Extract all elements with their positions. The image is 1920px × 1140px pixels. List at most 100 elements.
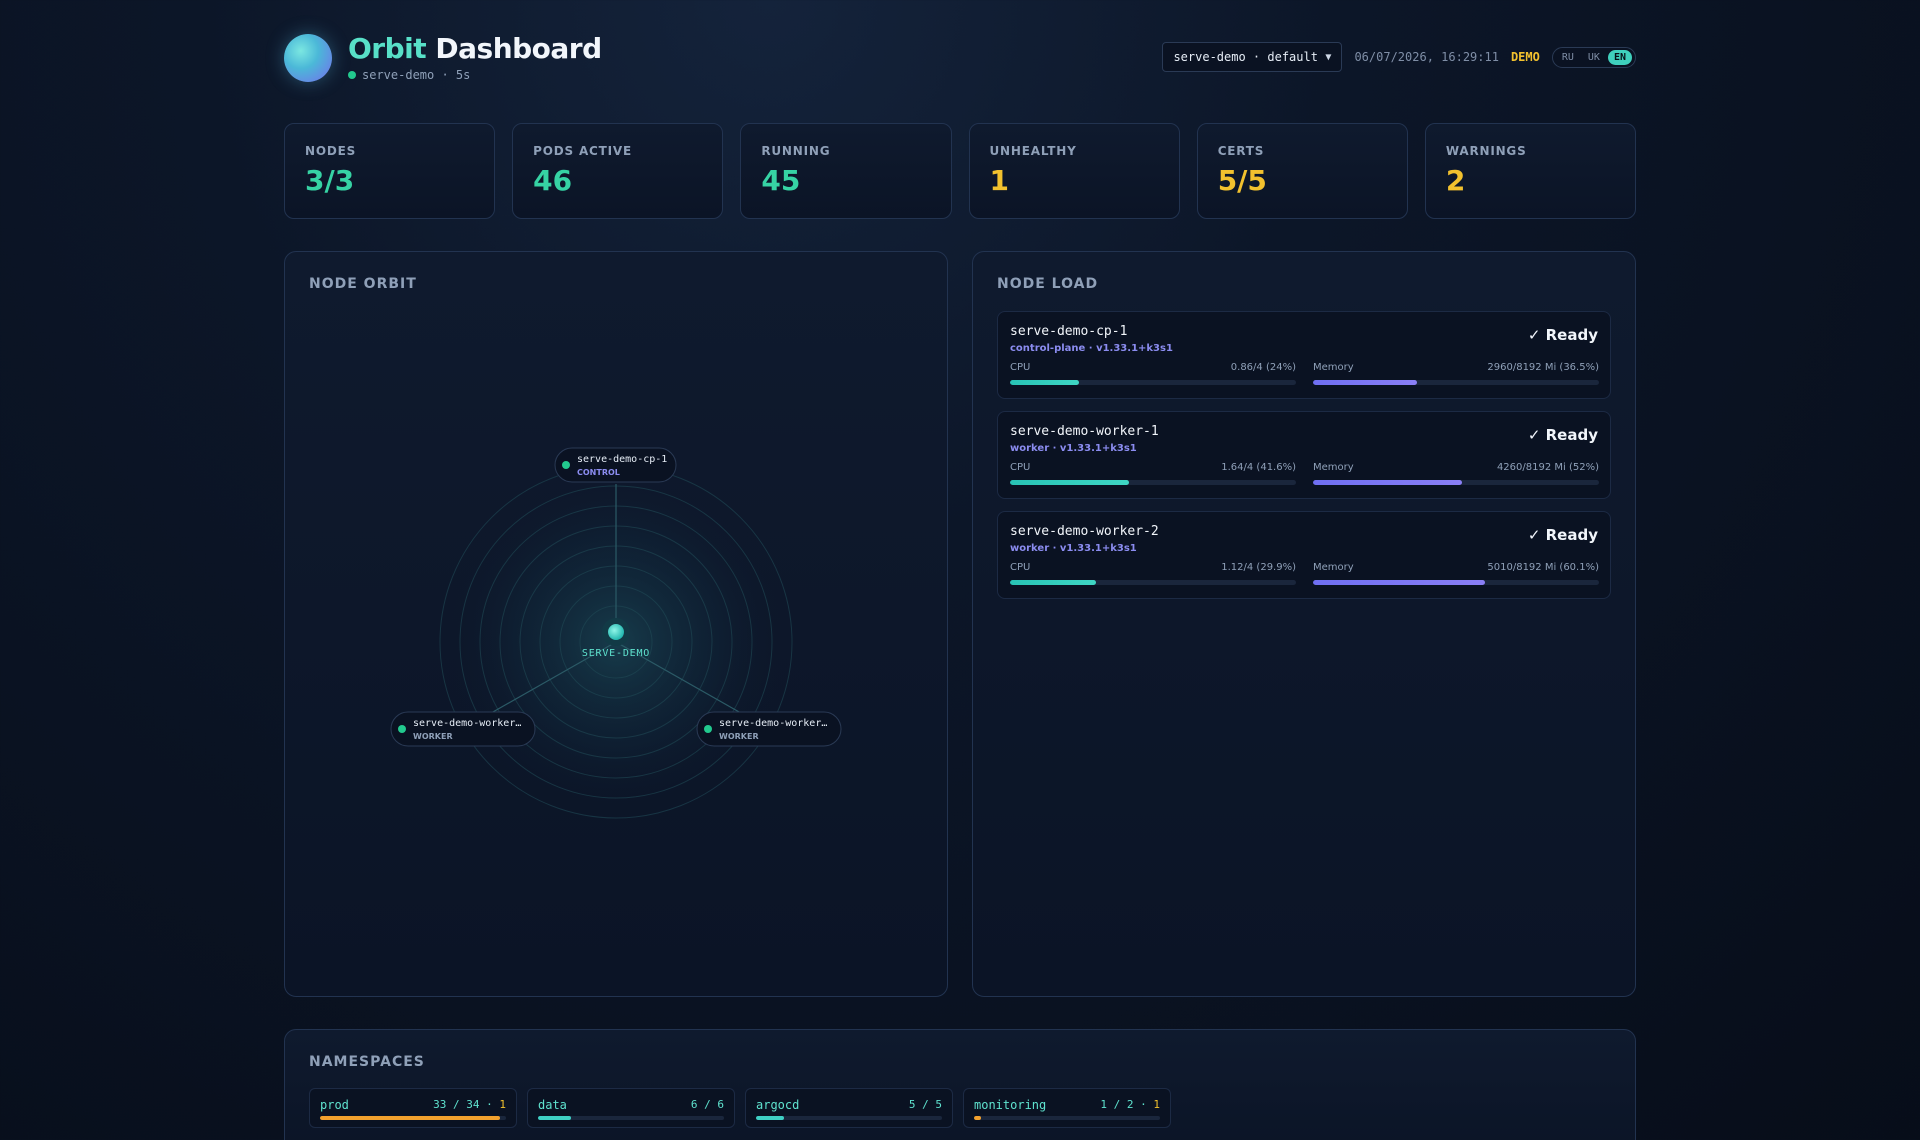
cpu-bar-fill [1010,480,1129,485]
node-name: serve-demo-cp-1 [1010,324,1128,339]
orbit-node-role: CONTROL [577,468,620,477]
status-dot-icon [398,725,406,733]
stat-value: 45 [761,164,801,197]
context-select[interactable]: serve-demo · default ▼ [1162,42,1343,72]
memory-bar [1313,380,1599,385]
namespace-bar-fill [538,1116,572,1120]
stat-value: 2 [1445,164,1466,197]
panel-title: NODE LOAD [997,276,1099,292]
namespace-bar [974,1116,1160,1120]
namespace-card-monitoring[interactable]: monitoring 1 / 2 · 1 [963,1088,1171,1128]
node-status: ✓ Ready [1527,326,1598,344]
metric-label: CPU [1010,362,1031,373]
metric-value: 1.64/4 (41.6%) [1221,462,1296,473]
namespace-list: prod 33 / 34 · 1 data 6 / 6 argocd 5 / 5… [309,1088,1171,1128]
node-card-cp-1[interactable]: serve-demo-cp-1 control-plane · v1.33.1+… [997,311,1611,399]
metric-value: 2960/8192 Mi (36.5%) [1487,362,1599,373]
stat-card-pods-active: PODS ACTIVE 46 [512,123,724,219]
namespace-bar-fill [756,1116,784,1120]
stat-value: 1 [989,164,1009,197]
cpu-bar [1010,380,1296,385]
namespace-name: prod [320,1098,349,1112]
orbit-node-role: WORKER [413,732,453,741]
namespace-counts: 1 / 2 · 1 [1100,1098,1160,1111]
lang-uk[interactable]: UK [1582,50,1606,65]
node-card-worker-1[interactable]: serve-demo-worker-1 worker · v1.33.1+k3s… [997,411,1611,499]
node-meta: control-plane · v1.33.1+k3s1 [1010,343,1173,354]
header: Orbit Dashboard serve-demo · 5s serve-de… [284,30,1636,90]
orbit-node-name: serve-demo-worker… [413,718,521,729]
namespace-bar [756,1116,942,1120]
metric-label: CPU [1010,562,1031,573]
namespace-warn-count: 1 [499,1098,506,1111]
orbit-node-worker-2[interactable]: serve-demo-worker… WORKER [696,711,842,747]
stat-card-warnings: WARNINGS 2 [1424,123,1637,219]
memory-bar-fill [1313,580,1485,585]
node-name: serve-demo-worker-2 [1010,524,1159,539]
namespace-card-argocd[interactable]: argocd 5 / 5 [745,1088,953,1128]
metric-value: 0.86/4 (24%) [1230,362,1296,373]
cpu-bar-fill [1010,380,1079,385]
node-name: serve-demo-worker-1 [1010,424,1159,439]
namespace-card-prod[interactable]: prod 33 / 34 · 1 [309,1088,517,1128]
chevron-down-icon: ▼ [1325,51,1332,63]
namespace-counts: 5 / 5 [909,1098,942,1111]
status-dot-icon [704,725,712,733]
stat-card-nodes: NODES 3/3 [284,123,496,219]
stat-label: NODES [305,144,357,158]
metric-label: Memory [1313,462,1354,473]
stat-label: UNHEALTHY [989,144,1077,158]
namespace-ready-count: 5 / 5 [908,1098,942,1111]
namespace-counts: 33 / 34 · 1 [433,1098,506,1111]
namespace-counts: 6 / 6 [691,1098,724,1111]
app-title: Orbit Dashboard [348,32,602,65]
stat-card-unhealthy: UNHEALTHY 1 [968,123,1180,219]
node-card-worker-2[interactable]: serve-demo-worker-2 worker · v1.33.1+k3s… [997,511,1611,599]
node-load-panel: NODE LOAD serve-demo-cp-1 control-plane … [972,251,1636,997]
stat-card-certs: CERTS 5/5 [1196,123,1408,219]
logo-orb-icon [284,34,332,82]
stat-label: CERTS [1217,144,1265,158]
namespace-card-data[interactable]: data 6 / 6 [527,1088,735,1128]
namespace-name: argocd [756,1098,800,1112]
cpu-bar-fill [1010,580,1096,585]
status-dot-icon [348,71,356,79]
memory-bar [1313,580,1599,585]
brand-orbit: Orbit [348,32,427,65]
node-meta: worker · v1.33.1+k3s1 [1010,543,1137,554]
node-meta: worker · v1.33.1+k3s1 [1010,443,1137,454]
cluster-refresh-text: serve-demo · 5s [362,68,471,82]
cluster-subline: serve-demo · 5s [348,68,470,82]
namespace-ready-count: 1 / 2 · [1100,1098,1147,1111]
orbit-node-worker-1[interactable]: serve-demo-worker… WORKER [390,711,536,747]
cpu-bar [1010,580,1296,585]
namespaces-panel: NAMESPACES prod 33 / 34 · 1 data 6 / 6 a… [284,1029,1636,1140]
namespace-name: monitoring [974,1098,1047,1112]
demo-badge: DEMO [1510,50,1540,64]
stat-label: RUNNING [761,144,831,158]
stat-label: WARNINGS [1445,144,1527,158]
metric-label: CPU [1010,462,1031,473]
brand-dashboard: Dashboard [435,32,602,65]
orbit-diagram: SERVE-DEMO serve-demo-cp-1 CONTROL serve… [390,447,842,819]
node-status: ✓ Ready [1527,526,1598,544]
orbit-node-role: WORKER [719,732,759,741]
status-dot-icon [562,461,570,469]
stat-cards: NODES 3/3 PODS ACTIVE 46 RUNNING 45 UNHE… [284,123,1637,219]
namespace-name: data [538,1098,567,1112]
memory-bar-fill [1313,480,1462,485]
namespace-bar-fill [974,1116,982,1120]
lang-ru[interactable]: RU [1556,50,1580,65]
cluster-core-icon[interactable] [608,624,624,640]
stat-value: 5/5 [1217,164,1267,197]
stat-card-running: RUNNING 45 [740,123,952,219]
node-status: ✓ Ready [1527,426,1598,444]
clock: 06/07/2026, 16:29:11 [1354,50,1499,64]
panel-title: NAMESPACES [309,1054,425,1070]
cluster-center-label: SERVE-DEMO [582,648,650,659]
orbit-node-cp-1[interactable]: serve-demo-cp-1 CONTROL [554,447,677,483]
cpu-bar [1010,480,1296,485]
lang-en[interactable]: EN [1607,49,1632,65]
stat-value: 3/3 [305,164,355,197]
stat-label: PODS ACTIVE [533,144,632,158]
